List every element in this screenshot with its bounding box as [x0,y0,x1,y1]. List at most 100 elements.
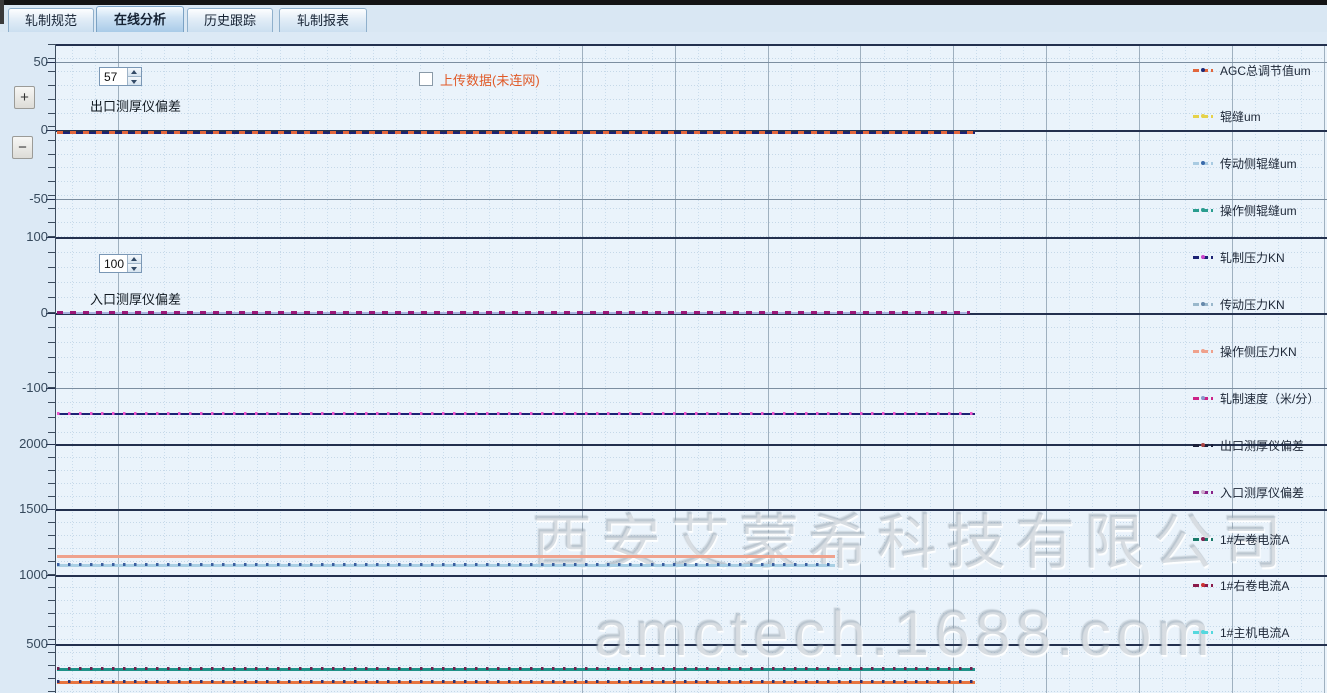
legend-item[interactable]: 传动压力KN [1193,298,1285,312]
axis-tick-label: 1000 [2,567,48,582]
v-gridline-major [768,44,769,693]
legend-item[interactable]: AGC总调节值um [1193,63,1311,77]
axis-tick [48,522,55,523]
h-gridline-minor [55,267,1327,268]
h-gridline-minor [55,548,1327,549]
legend-item[interactable]: 操作侧压力KN [1193,344,1297,358]
v-gridline-minor [721,44,722,693]
axis-tick [48,85,55,86]
axis-tick [48,665,55,666]
h-gridline-minor [55,342,1327,343]
spin-down-icon[interactable] [128,77,141,85]
legend-dot-icon [1201,396,1205,400]
series-line-overlay [57,680,975,683]
v-gridline-minor [1301,44,1302,693]
h-gridline-minor [55,58,1327,59]
window-corner-edge [0,0,4,24]
exit-gauge-scale-spinner[interactable]: 57 [99,67,142,86]
legend-label: 入口测厚仪偏差 [1220,484,1304,501]
h-gridline-minor [55,522,1327,523]
h-gridline-minor [55,535,1327,536]
zoom-in-button[interactable]: + [14,86,35,109]
axis-tick [48,181,55,182]
legend-item[interactable]: 入口测厚仪偏差 [1193,485,1304,499]
legend-dot-icon [1201,68,1205,72]
axis-tick [48,483,55,484]
tab-history-tracking[interactable]: 历史跟踪 [187,8,273,32]
h-gridline-minor [55,297,1327,298]
tab-online-analysis[interactable]: 在线分析 [96,6,184,32]
y-axis-line [55,44,56,693]
series-line [57,681,975,684]
spinner-buttons [127,255,141,272]
legend-item[interactable]: 传动侧辊缝um [1193,157,1297,171]
v-gridline-minor [95,44,96,693]
h-gridline-minor [55,417,1327,418]
tab-rolling-report[interactable]: 轧制报表 [279,8,367,32]
axis-tick [48,678,55,679]
v-gridline-minor [466,44,467,693]
axis-tick [48,252,55,253]
axis-tick-label: -50 [2,191,48,206]
axis-tick [48,282,55,283]
legend-line-icon [1193,538,1213,541]
entry-gauge-scale-spinner[interactable]: 100 [99,254,142,273]
entry-gauge-label: 入口测厚仪偏差 [90,289,181,308]
axis-tick [48,600,55,601]
h-gridline-minor [55,181,1327,182]
legend-label: 1#右卷电流A [1220,577,1289,594]
legend-item[interactable]: 1#主机电流A [1193,626,1289,640]
legend-line-icon [1193,209,1213,212]
v-gridline-minor [396,44,397,693]
legend-dot-icon [1201,161,1205,165]
v-gridline-minor [1116,44,1117,693]
legend-item[interactable]: 轧制速度（米/分） [1193,391,1319,405]
upload-data-group: 上传数据(未连网) [413,69,546,89]
spin-up-icon[interactable] [128,255,141,264]
h-gridline-major [55,388,1327,389]
axis-tick [48,372,55,373]
axis-tick [48,470,55,471]
v-gridline-minor [1023,44,1024,693]
v-gridline-minor [327,44,328,693]
v-gridline-minor [837,44,838,693]
legend-line-icon [1193,303,1213,306]
v-gridline-major [582,44,583,693]
legend-item[interactable]: 1#右卷电流A [1193,579,1289,593]
legend-label: 辊缝um [1220,108,1261,125]
zoom-out-button[interactable]: − [12,136,33,159]
entry-gauge-scale-value[interactable]: 100 [100,255,127,272]
spin-down-icon[interactable] [128,264,141,272]
v-gridline-minor [373,44,374,693]
legend-item[interactable]: 轧制压力KN [1193,251,1285,265]
legend-label: 1#左卷电流A [1220,531,1289,548]
legend-item[interactable]: 操作侧辊缝um [1193,204,1297,218]
exit-gauge-label: 出口测厚仪偏差 [90,96,181,115]
legend-dot-icon [1201,490,1205,494]
legend-item[interactable]: 1#左卷电流A [1193,532,1289,546]
v-gridline-minor [141,44,142,693]
axis-tick [48,587,55,588]
legend-dot-icon [1201,255,1205,259]
axis-tick [48,297,55,298]
axis-tick [48,357,55,358]
v-gridline-major [860,44,861,693]
axis-tick [48,113,55,114]
v-gridline-major [1046,44,1047,693]
h-gridline-minor [55,282,1327,283]
h-gridline-minor [55,85,1327,86]
h-gridline-minor [55,626,1327,627]
upload-data-checkbox[interactable] [419,72,433,86]
series-line [57,413,975,415]
legend-label: 轧制速度（米/分） [1220,390,1319,407]
h-gridline-minor [55,154,1327,155]
legend-line-icon [1193,491,1213,494]
legend-item[interactable]: 辊缝um [1193,110,1261,124]
legend-item[interactable]: 出口测厚仪偏差 [1193,438,1304,452]
exit-gauge-scale-value[interactable]: 57 [100,68,127,85]
legend-line-icon [1193,69,1213,72]
v-gridline-major [953,44,954,693]
axis-tick [48,58,55,59]
spin-up-icon[interactable] [128,68,141,77]
tab-rolling-spec[interactable]: 轧制规范 [8,8,94,32]
